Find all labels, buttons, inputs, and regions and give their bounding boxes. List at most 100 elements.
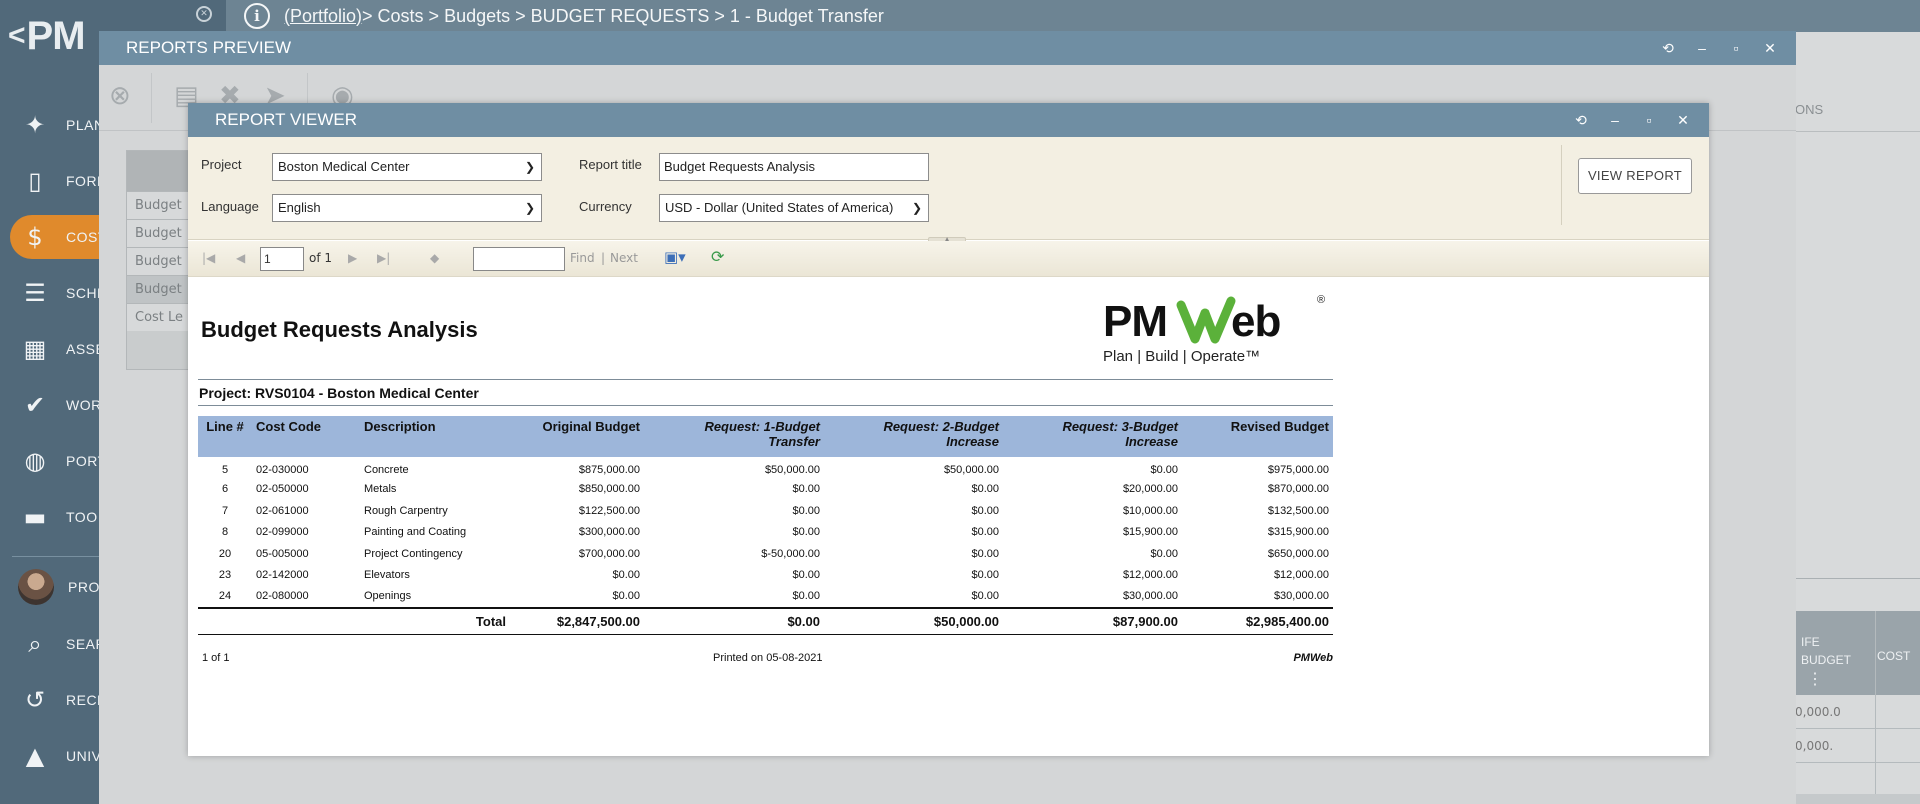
- report-viewer-titlebar[interactable]: REPORT VIEWER ⟲ – ▫ ✕: [188, 103, 1709, 137]
- table-row: 20 05-005000 Project Contingency $700,00…: [198, 543, 1333, 565]
- cost-code: 02-142000: [256, 569, 309, 582]
- chevron-down-icon: ❯: [911, 201, 922, 215]
- pmweb-logo-tagline: Plan | Build | Operate™: [1103, 348, 1260, 365]
- breadcrumb-portfolio-link[interactable]: (Portfolio): [284, 6, 362, 27]
- back-icon[interactable]: ◆: [430, 251, 439, 265]
- lightbulb-icon: ✦: [24, 111, 46, 139]
- request-2-amount: $50,000.00: [943, 464, 999, 477]
- sidebar-item-label: TOO: [66, 509, 98, 525]
- dollar-icon: $: [27, 223, 43, 251]
- cost-code: 05-005000: [256, 547, 309, 560]
- info-icon[interactable]: i: [244, 3, 270, 29]
- graduation-cap-icon: ▲: [25, 742, 45, 770]
- divider: [198, 405, 1333, 406]
- cost-code: 02-050000: [256, 483, 309, 496]
- window-title: REPORT VIEWER: [215, 110, 358, 129]
- refresh-icon[interactable]: ⟲: [1569, 103, 1593, 137]
- minimize-icon[interactable]: –: [1603, 103, 1627, 137]
- collapse-icon[interactable]: ✕: [196, 6, 212, 22]
- list-item[interactable]: Cost Le: [127, 303, 195, 331]
- project-select[interactable]: Boston Medical Center ❯: [272, 153, 542, 181]
- list-item[interactable]: Budget: [127, 275, 195, 303]
- reports-preview-titlebar[interactable]: REPORTS PREVIEW ⟲ – ▫ ✕: [99, 31, 1796, 65]
- refresh-icon[interactable]: ⟲: [1656, 31, 1680, 65]
- divider: [198, 379, 1333, 380]
- request-1-amount: $0.00: [792, 569, 820, 582]
- first-page-icon[interactable]: |◀: [202, 251, 215, 265]
- reports-list: Budget Budget Budget Budget Cost Le: [126, 150, 196, 370]
- list-item[interactable]: Budget: [127, 219, 195, 247]
- revised-budget: $12,000.00: [1273, 569, 1329, 582]
- cost-code: 02-030000: [256, 464, 309, 477]
- close-icon[interactable]: ✕: [1758, 31, 1782, 65]
- revised-budget: $650,000.00: [1267, 547, 1329, 560]
- close-icon[interactable]: ✕: [1671, 103, 1695, 137]
- description: Metals: [364, 483, 397, 496]
- original-budget: $850,000.00: [578, 483, 640, 496]
- line-number: 5: [221, 464, 229, 477]
- page-count: of 1: [309, 251, 333, 265]
- request-3-amount: $10,000.00: [1122, 504, 1178, 517]
- background-tab-label[interactable]: ONS: [1795, 102, 1823, 117]
- background-grid: IFE BUDGET COST ⋮ 0,000.0 0,000.: [1795, 578, 1920, 804]
- table-row: 7 02-061000 Rough Carpentry $122,500.00 …: [198, 500, 1333, 522]
- grid-cell: 0,000.: [1795, 739, 1834, 753]
- window-title: REPORTS PREVIEW: [126, 38, 291, 57]
- report-parameters-panel: Project Boston Medical Center ❯ Language…: [188, 137, 1709, 243]
- report-title: Budget Requests Analysis: [201, 317, 478, 342]
- refresh-report-icon[interactable]: ⟳: [711, 247, 724, 266]
- request-2-amount: $0.00: [971, 569, 999, 582]
- background-tab-strip: ONS: [1795, 88, 1920, 132]
- total-request-1: $0.00: [644, 606, 824, 635]
- schedule-icon: ☰: [24, 279, 46, 307]
- list-item[interactable]: Budget: [127, 191, 195, 219]
- footer-page-number: 1 of 1: [202, 652, 230, 664]
- column-menu-icon[interactable]: ⋮: [1807, 669, 1823, 689]
- page-number-input[interactable]: 1: [260, 247, 304, 271]
- table-row: 6 02-050000 Metals $850,000.00 $0.00 $0.…: [198, 479, 1333, 501]
- currency-select[interactable]: USD - Dollar (United States of America) …: [659, 194, 929, 222]
- sidebar-item-label: WOR: [66, 397, 102, 413]
- maximize-icon[interactable]: ▫: [1724, 31, 1748, 65]
- line-number: 20: [218, 547, 232, 560]
- report-title-input[interactable]: Budget Requests Analysis: [659, 153, 929, 181]
- pmweb-logo: PM eb Plan | Build | Operate™ ®: [1103, 294, 1325, 365]
- next-page-icon[interactable]: ▶: [348, 251, 357, 265]
- minimize-icon[interactable]: –: [1690, 31, 1714, 65]
- avatar: [18, 569, 54, 605]
- last-page-icon[interactable]: ▶|: [377, 251, 390, 265]
- report-title-label: Report title: [579, 157, 642, 172]
- list-item[interactable]: Budget: [127, 247, 195, 275]
- grid-header-cost: COST: [1877, 649, 1911, 663]
- original-budget: $875,000.00: [578, 464, 640, 477]
- table-header-row: Line # Cost Code Description Original Bu…: [198, 416, 1333, 457]
- export-save-icon[interactable]: ▣▾: [664, 248, 686, 266]
- find-link[interactable]: Find: [570, 251, 595, 265]
- project-select-value: Boston Medical Center: [278, 159, 410, 174]
- original-budget: $700,000.00: [578, 547, 640, 560]
- request-1-amount: $0.00: [792, 483, 820, 496]
- find-input[interactable]: [473, 247, 565, 271]
- prev-page-icon[interactable]: ◀: [236, 251, 245, 265]
- chevron-down-icon: ❯: [524, 160, 535, 174]
- language-select[interactable]: English ❯: [272, 194, 542, 222]
- column-header: Request: 3-Budget Increase: [1003, 416, 1182, 457]
- background-grid-header: IFE BUDGET COST ⋮: [1795, 611, 1920, 695]
- footer-brand: PMWeb: [1293, 652, 1333, 664]
- description: Openings: [364, 590, 412, 603]
- svg-text:eb: eb: [1231, 297, 1280, 346]
- toolbar-divider: [151, 73, 152, 123]
- description: Rough Carpentry: [364, 504, 448, 517]
- app-logo[interactable]: <PM: [8, 14, 86, 59]
- cancel-icon[interactable]: ⊗: [109, 81, 131, 111]
- revised-budget: $315,900.00: [1267, 526, 1329, 539]
- next-link[interactable]: Next: [610, 251, 638, 265]
- document-icon: ▯: [28, 167, 42, 195]
- table-row: 5 02-030000 Concrete $875,000.00 $50,000…: [198, 457, 1333, 479]
- briefcase-icon: ▬: [23, 503, 47, 531]
- maximize-icon[interactable]: ▫: [1637, 103, 1661, 137]
- view-report-button[interactable]: VIEW REPORT: [1578, 158, 1692, 194]
- original-budget: $300,000.00: [578, 526, 640, 539]
- request-1-amount: $50,000.00: [764, 464, 820, 477]
- registered-mark: ®: [1317, 294, 1325, 306]
